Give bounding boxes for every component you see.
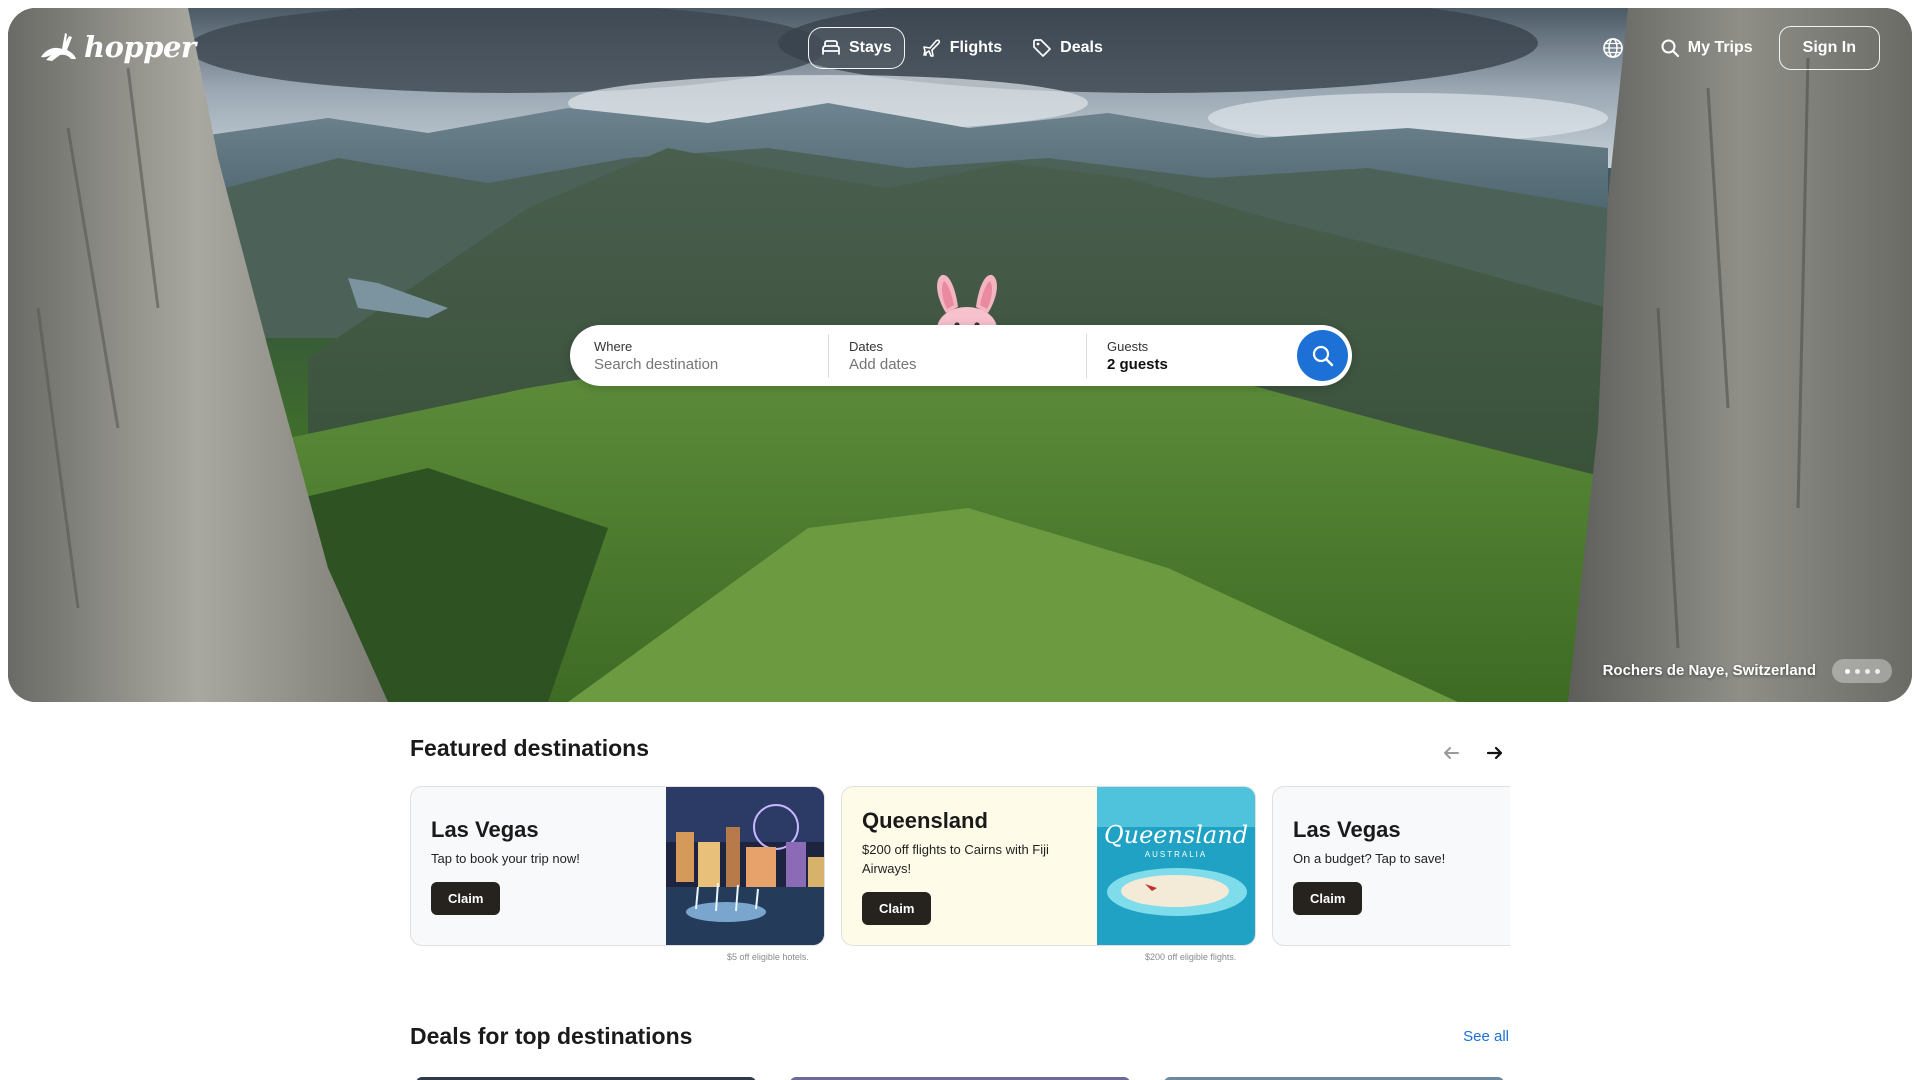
card-title: Queensland: [862, 807, 988, 833]
card-title: Las Vegas: [431, 817, 539, 842]
card-fine-print: $200 off eligible flights.: [1145, 952, 1237, 962]
bed-icon: [822, 40, 840, 55]
where-field[interactable]: Where: [570, 325, 828, 386]
language-button[interactable]: [1592, 27, 1634, 69]
globe-icon: [1602, 38, 1623, 58]
destination-input[interactable]: [594, 354, 794, 374]
hero-carousel-pager[interactable]: [1832, 659, 1892, 683]
card-subtitle: Tap to book your trip now!: [431, 851, 580, 866]
tab-deals[interactable]: Deals: [1019, 27, 1116, 69]
featured-card-las-vegas-budget[interactable]: Las Vegas On a budget? Tap to save! Clai…: [1272, 786, 1510, 946]
australia-text: AUSTRALIA: [1145, 850, 1207, 859]
prev-button[interactable]: [1438, 740, 1464, 766]
tab-flights[interactable]: Flights: [909, 27, 1015, 69]
hero-banner: hopper Stays Flights Deals My Trips Sign…: [8, 8, 1912, 702]
dates-field[interactable]: Dates: [828, 333, 1086, 378]
tab-flights-label: Flights: [949, 39, 1003, 56]
brand-name: hopper: [84, 30, 196, 64]
my-trips-link[interactable]: My Trips: [1646, 27, 1767, 69]
plane-icon: [922, 39, 940, 57]
guests-field[interactable]: Guests 2 guests: [1086, 333, 1292, 378]
deals-title: Deals for top destinations: [410, 1023, 693, 1049]
queensland-image: Queensland AUSTRALIA: [1097, 787, 1255, 945]
las-vegas-image: [666, 787, 824, 945]
tag-icon: [1033, 39, 1051, 57]
guests-label: Guests: [1107, 338, 1149, 354]
card-fine-print: $5 off eligible hotels.: [727, 952, 809, 962]
tab-stays[interactable]: Stays: [808, 27, 905, 69]
arrow-right-icon: [1486, 746, 1503, 760]
dates-label: Dates: [849, 338, 883, 354]
my-trips-label: My Trips: [1687, 39, 1753, 56]
featured-carousel-arrows: [1438, 740, 1508, 766]
header-actions: My Trips Sign In: [1592, 26, 1880, 70]
pager-dot[interactable]: [1864, 668, 1870, 674]
tab-stays-label: Stays: [849, 39, 892, 56]
card-subtitle: $200 off flights to Cairns with Fiji Air…: [862, 841, 1049, 876]
search-bar: Where Dates Guests 2 guests: [570, 325, 1352, 386]
queensland-script-text: Queensland: [1104, 821, 1248, 849]
where-label: Where: [594, 338, 633, 354]
search-button[interactable]: [1297, 330, 1348, 381]
bunny-logo-icon: [41, 33, 76, 61]
search-icon: [1312, 345, 1333, 366]
featured-card-las-vegas[interactable]: Las Vegas Tap to book your trip now! Cla…: [410, 786, 825, 946]
main-nav: Stays Flights Deals: [808, 27, 1116, 69]
card-title: Las Vegas: [1293, 817, 1401, 842]
claim-button[interactable]: Claim: [1293, 882, 1363, 915]
photo-caption: Rochers de Naye, Switzerland: [1602, 662, 1816, 679]
arrow-left-icon: [1444, 747, 1459, 759]
pager-dot[interactable]: [1844, 668, 1850, 674]
hopper-logo[interactable]: hopper: [38, 30, 196, 64]
dates-input[interactable]: [849, 354, 1049, 374]
guests-value: 2 guests: [1107, 355, 1168, 373]
pager-dot[interactable]: [1874, 668, 1880, 674]
featured-destinations-title: Featured destinations: [410, 735, 649, 761]
next-button[interactable]: [1482, 740, 1508, 766]
tab-deals-label: Deals: [1060, 39, 1103, 56]
sign-in-button[interactable]: Sign In: [1778, 26, 1880, 70]
featured-cards: Las Vegas Tap to book your trip now! Cla…: [410, 786, 1510, 966]
card-subtitle: On a budget? Tap to save!: [1293, 851, 1446, 866]
claim-button[interactable]: Claim: [431, 882, 501, 915]
claim-button[interactable]: Claim: [862, 891, 932, 925]
featured-card-queensland[interactable]: Queensland $200 off flights to Cairns wi…: [841, 786, 1256, 946]
search-icon: [1661, 39, 1679, 58]
see-all-link[interactable]: See all: [1463, 1028, 1509, 1045]
pager-dot[interactable]: [1854, 668, 1860, 674]
